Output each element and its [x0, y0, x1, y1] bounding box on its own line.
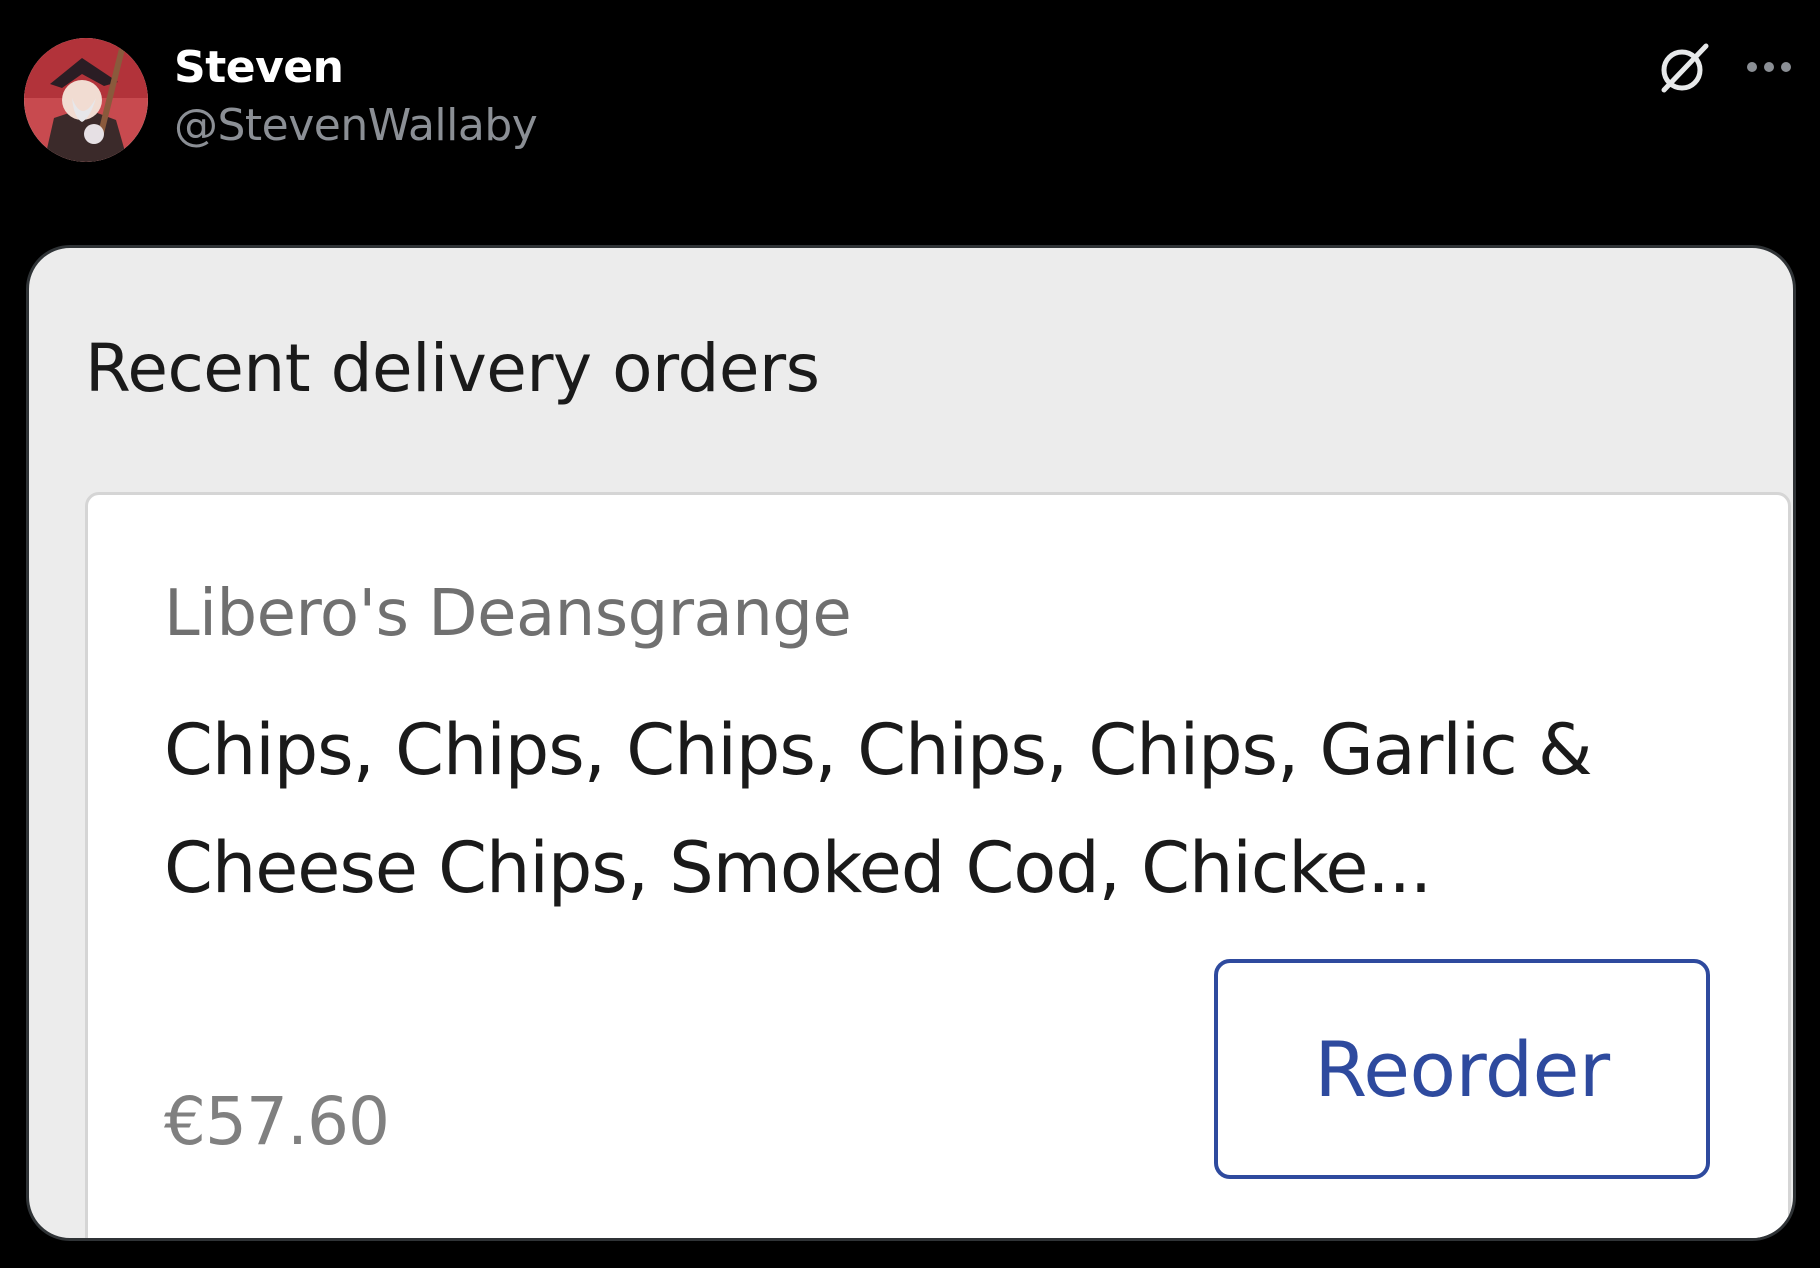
author-name[interactable]: Steven: [174, 42, 344, 93]
grok-icon[interactable]: [1656, 40, 1712, 96]
more-options-icon[interactable]: [1744, 52, 1794, 82]
tweet-view: Steven @StevenWallaby Recent delivery or…: [0, 0, 1820, 1268]
author-handle[interactable]: @StevenWallaby: [174, 100, 538, 151]
section-title: Recent delivery orders: [85, 330, 820, 407]
order-price: €57.60: [164, 1083, 390, 1160]
avatar-image: [24, 38, 148, 162]
order-items: Chips, Chips, Chips, Chips, Chips, Garli…: [164, 709, 1593, 909]
order-card[interactable]: Libero's Deansgrange Chips, Chips, Chips…: [85, 492, 1791, 1238]
reorder-button[interactable]: Reorder: [1214, 959, 1710, 1179]
avatar[interactable]: [24, 38, 148, 162]
restaurant-name: Libero's Deansgrange: [164, 577, 852, 651]
attached-screenshot[interactable]: Recent delivery orders Libero's Deansgra…: [26, 245, 1796, 1241]
